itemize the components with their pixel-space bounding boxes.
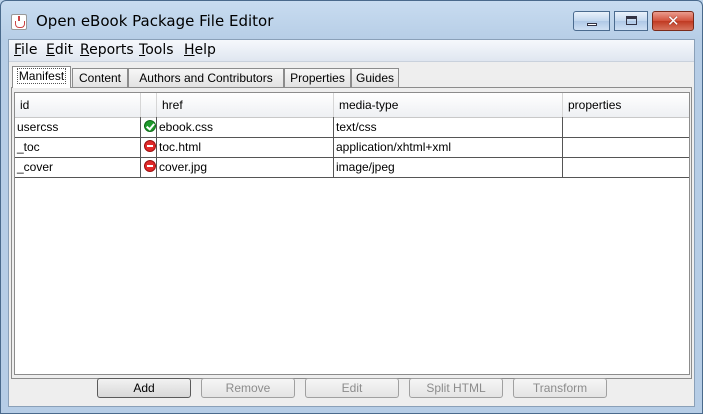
manifest-table[interactable]: id href media-type properties usercss eb… [14,92,690,375]
add-button[interactable]: Add [97,378,191,398]
cell-href[interactable]: toc.html [157,137,334,157]
no-entry-icon [144,160,156,172]
maximize-icon [626,16,637,25]
cell-properties[interactable] [563,137,689,157]
table-row[interactable]: _cover cover.jpg image/jpeg [15,157,689,178]
cell-id[interactable]: usercss [15,117,141,137]
menu-reports[interactable]: Reports [80,42,134,58]
check-circle-icon [144,120,156,132]
cell-href[interactable]: ebook.css [157,117,334,137]
cell-id[interactable]: _toc [15,137,141,157]
cell-status [141,157,157,177]
menu-tools[interactable]: Tools [139,42,174,58]
cell-status [141,137,157,157]
menu-help[interactable]: Help [184,42,216,58]
tab-authors-and-contributors[interactable]: Authors and Contributors [128,68,284,87]
maximize-button[interactable] [614,11,648,31]
cell-media-type[interactable]: application/xhtml+xml [334,137,563,157]
cell-properties[interactable] [563,117,689,137]
split-html-button[interactable]: Split HTML [409,378,503,398]
transform-button[interactable]: Transform [513,378,607,398]
minimize-icon [587,23,597,26]
tab-content[interactable]: Content [72,68,128,87]
column-header-media-type[interactable]: media-type [334,93,563,117]
column-header-id[interactable]: id [15,93,141,117]
tab-label: Properties [290,71,345,85]
tab-label: Authors and Contributors [139,71,273,85]
table-header: id href media-type properties [15,93,689,118]
cell-status [141,117,157,137]
cell-id[interactable]: _cover [15,157,141,177]
tab-guides[interactable]: Guides [351,68,399,87]
minimize-button[interactable] [573,11,610,31]
menu-file[interactable]: File [14,42,37,58]
no-entry-icon [144,140,156,152]
column-header-properties[interactable]: properties [563,93,689,117]
title-bar[interactable]: Open eBook Package File Editor ✕ [1,1,702,39]
client-area: File Edit Reports Tools Help Manifest Co… [8,39,695,407]
cell-href[interactable]: cover.jpg [157,157,334,177]
app-window: Open eBook Package File Editor ✕ File Ed… [0,0,703,414]
tab-label: Manifest [16,68,67,84]
close-icon: ✕ [667,12,680,30]
table-row[interactable]: _toc toc.html application/xhtml+xml [15,137,689,158]
edit-button[interactable]: Edit [305,378,399,398]
tab-manifest[interactable]: Manifest [12,66,71,88]
java-app-icon [11,14,27,30]
tab-label: Content [78,71,122,85]
close-button[interactable]: ✕ [652,11,694,31]
column-header-status[interactable] [141,93,157,117]
menu-edit[interactable]: Edit [46,42,73,58]
tab-properties[interactable]: Properties [284,68,351,87]
window-title: Open eBook Package File Editor [36,12,274,30]
tab-label: Guides [355,71,395,85]
menu-bar: File Edit Reports Tools Help [9,40,694,62]
cell-properties[interactable] [563,157,689,177]
manifest-panel: id href media-type properties usercss eb… [11,87,692,379]
cell-media-type[interactable]: image/jpeg [334,157,563,177]
cell-media-type[interactable]: text/css [334,117,563,137]
remove-button[interactable]: Remove [201,378,295,398]
table-row[interactable]: usercss ebook.css text/css [15,117,689,138]
column-header-href[interactable]: href [157,93,334,117]
